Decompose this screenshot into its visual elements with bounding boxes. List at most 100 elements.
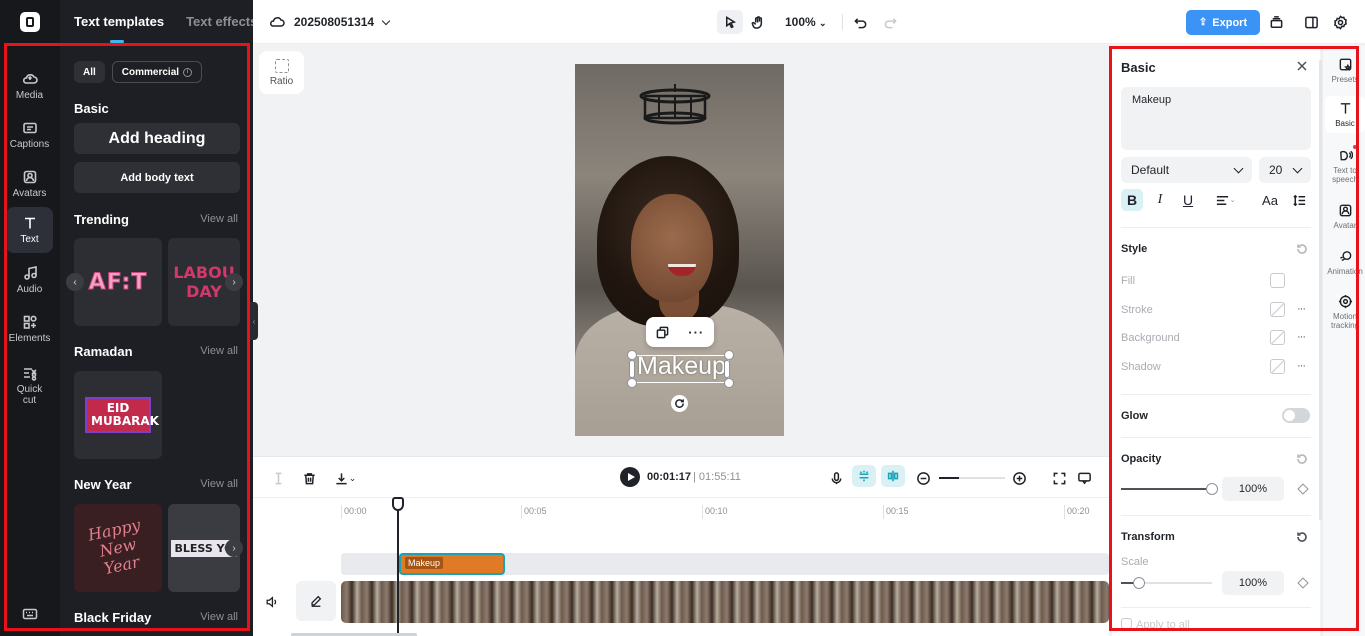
resize-handle[interactable] <box>724 350 734 360</box>
opacity-slider[interactable] <box>1121 483 1218 495</box>
edit-cover-button[interactable] <box>296 581 336 621</box>
carousel-prev-button[interactable]: ‹ <box>66 273 84 291</box>
app-logo[interactable] <box>20 12 40 32</box>
link-toggle[interactable] <box>881 465 905 487</box>
scale-keyframe-icon[interactable] <box>1297 577 1309 589</box>
template-thumb[interactable]: EID MUBARAK <box>74 371 162 459</box>
glow-toggle[interactable] <box>1282 408 1310 423</box>
rotate-handle[interactable] <box>671 395 688 412</box>
playhead-handle[interactable] <box>392 497 404 511</box>
tab-text-templates[interactable]: Text templates <box>74 14 164 43</box>
fit-timeline-button[interactable] <box>1050 469 1068 487</box>
view-all-black-friday[interactable]: View all <box>200 611 238 623</box>
resize-handle[interactable] <box>724 378 734 388</box>
settings-button[interactable] <box>1327 10 1353 34</box>
add-body-text-button[interactable]: Add body text <box>74 162 240 193</box>
reset-style-button[interactable] <box>1296 243 1308 255</box>
rail-item-captions[interactable]: Captions <box>6 112 53 158</box>
redo-button[interactable] <box>877 10 903 34</box>
delete-button[interactable] <box>300 469 318 487</box>
rail-item-avatars[interactable]: Avatars <box>6 161 53 207</box>
shadow-color-swatch[interactable] <box>1270 359 1285 374</box>
project-menu[interactable]: 202508051314 <box>269 14 391 30</box>
opacity-slider-knob[interactable] <box>1206 483 1218 495</box>
collapse-panel-button[interactable]: ‹ <box>250 302 258 340</box>
add-heading-button[interactable]: Add heading <box>74 123 240 154</box>
filter-commercial[interactable]: Commercial i <box>111 61 203 83</box>
rail-tab-motion-tracking[interactable]: Motion tracking <box>1325 294 1365 330</box>
auto-snap-toggle[interactable] <box>852 465 876 487</box>
reset-transform-button[interactable] <box>1296 531 1308 543</box>
rail-item-media[interactable]: Media <box>6 63 53 109</box>
text-content-input[interactable]: Makeup <box>1121 87 1311 150</box>
rail-tab-text-to-speech[interactable]: Text to speech <box>1325 148 1365 184</box>
resize-handle[interactable] <box>627 378 637 388</box>
template-thumb[interactable]: Happy New Year <box>74 504 162 592</box>
zoom-out-button[interactable] <box>914 469 932 487</box>
zoom-in-button[interactable] <box>1010 469 1028 487</box>
scale-input[interactable]: 100% <box>1222 571 1284 595</box>
comment-button[interactable] <box>1075 469 1093 487</box>
apply-to-all-checkbox[interactable] <box>1121 618 1132 629</box>
text-case-button[interactable]: Aa <box>1259 189 1281 211</box>
view-all-trending[interactable]: View all <box>200 213 238 225</box>
stroke-color-swatch[interactable] <box>1270 302 1285 317</box>
carousel-next-button[interactable]: › <box>225 273 243 291</box>
rail-item-elements[interactable]: Elements <box>6 306 53 352</box>
alignment-button[interactable]: ⌄ <box>1210 189 1240 211</box>
fill-color-swatch[interactable] <box>1270 273 1285 288</box>
rail-tab-presets[interactable]: Presets <box>1325 57 1365 84</box>
download-button[interactable]: ⌄ <box>331 469 359 487</box>
resize-handle[interactable] <box>724 360 730 378</box>
background-more-button[interactable]: ··· <box>1297 331 1306 343</box>
canvas-text-layer[interactable]: Makeup <box>634 352 729 381</box>
more-options-icon[interactable]: ··· <box>688 325 704 340</box>
hand-tool-button[interactable] <box>745 10 771 34</box>
stroke-more-button[interactable]: ··· <box>1297 303 1306 315</box>
rail-item-audio[interactable]: Audio <box>6 257 53 303</box>
opacity-keyframe-icon[interactable] <box>1297 483 1309 495</box>
playhead[interactable] <box>397 501 399 636</box>
rail-tab-avatar[interactable]: Avatar <box>1325 203 1365 230</box>
scale-slider-knob[interactable] <box>1133 577 1145 589</box>
rail-item-text[interactable]: Text <box>6 207 53 253</box>
ratio-button[interactable]: Ratio <box>259 51 304 94</box>
line-spacing-button[interactable] <box>1288 189 1310 211</box>
templates-button[interactable] <box>1263 10 1289 34</box>
reset-opacity-button[interactable] <box>1296 453 1308 465</box>
scale-slider[interactable] <box>1121 577 1212 589</box>
font-size-select[interactable]: 20 <box>1259 157 1311 183</box>
play-button[interactable] <box>620 467 640 487</box>
template-thumb[interactable]: AF:T <box>74 238 162 326</box>
split-button[interactable] <box>269 469 287 487</box>
time-ruler[interactable]: 00:00 00:05 00:10 00:15 00:20 <box>253 497 1109 519</box>
undo-button[interactable] <box>847 10 873 34</box>
duplicate-icon[interactable] <box>656 326 669 339</box>
rail-item-quick-cut[interactable]: Quick cut <box>6 360 53 410</box>
opacity-input[interactable]: 100% <box>1222 477 1284 501</box>
filter-all[interactable]: All <box>74 61 105 83</box>
video-clip[interactable] <box>341 581 1109 623</box>
resize-handle[interactable] <box>627 350 637 360</box>
export-button[interactable]: ⇪ Export <box>1186 10 1260 35</box>
view-all-new-year[interactable]: View all <box>200 478 238 490</box>
timeline-zoom-slider[interactable] <box>939 477 1005 479</box>
layout-toggle-button[interactable] <box>1298 10 1324 34</box>
zoom-level-select[interactable]: 100% ⌄ <box>785 15 827 29</box>
rail-tab-animation[interactable]: Animation <box>1325 249 1365 276</box>
resize-handle[interactable] <box>629 360 635 378</box>
font-select[interactable]: Default <box>1121 157 1252 183</box>
record-voice-button[interactable] <box>827 469 845 487</box>
view-all-ramadan[interactable]: View all <box>200 345 238 357</box>
bold-button[interactable]: B <box>1121 189 1143 211</box>
mute-track-button[interactable] <box>265 595 279 612</box>
background-color-swatch[interactable] <box>1270 330 1285 345</box>
select-tool-button[interactable] <box>717 10 743 34</box>
shadow-more-button[interactable]: ··· <box>1297 360 1306 372</box>
carousel-next-button[interactable]: › <box>225 539 243 557</box>
italic-button[interactable]: I <box>1149 189 1171 211</box>
tab-text-effects[interactable]: Text effects <box>186 14 253 29</box>
text-clip[interactable]: Makeup <box>399 553 505 575</box>
keyboard-shortcuts-button[interactable] <box>22 606 38 622</box>
rail-tab-basic[interactable]: Basic <box>1325 96 1365 133</box>
